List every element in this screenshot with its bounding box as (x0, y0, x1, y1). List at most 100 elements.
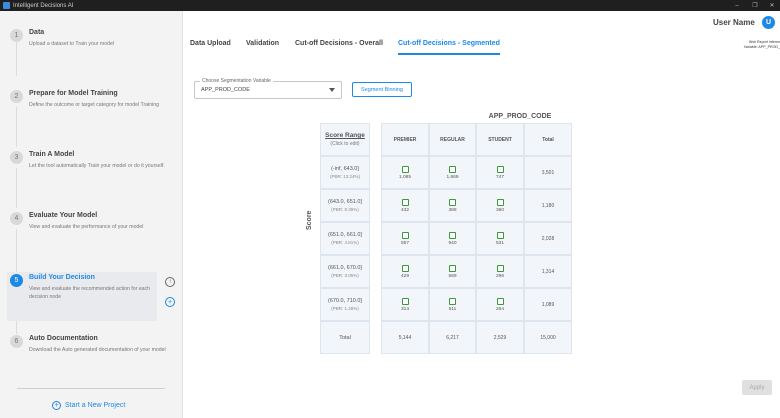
row-total: 1,314 (541, 268, 555, 275)
cell-count: 557 (400, 240, 409, 246)
column-total: 5,144 (398, 334, 412, 341)
checkbox[interactable] (401, 264, 409, 272)
cell-count: 1,085 (398, 174, 411, 180)
cell-count: 940 (448, 240, 457, 246)
window-titlebar: Intelligent Decisions AI – ❐ ✕ (0, 0, 780, 11)
pbr-label: (PBR: 8.36%) (331, 207, 359, 212)
step-description: Upload a dataset to Train your model (29, 41, 115, 47)
user-name: User Name (713, 18, 755, 27)
step-number: 4 (10, 212, 23, 225)
segmentation-variable-select[interactable]: Choose Segmentation Variable APP_PROD_CO… (194, 78, 342, 99)
segment-binning-button[interactable]: Segment Binning (352, 82, 412, 97)
range-label: (670.0, 710.0] (328, 298, 362, 304)
checkbox[interactable] (496, 198, 504, 206)
avatar[interactable]: U (762, 16, 775, 29)
checkbox[interactable] (449, 264, 456, 272)
cell-count: 432 (400, 207, 409, 213)
score-range-header[interactable]: Score Range (Click to edit) (320, 123, 370, 156)
step-description: Download the Auto generated documentatio… (29, 347, 166, 353)
decision-cell[interactable]: 296 (476, 255, 524, 288)
grand-total: 15,000 (540, 334, 556, 341)
maximize-icon[interactable]: ❐ (748, 0, 762, 11)
tab-cutoff-overall[interactable]: Cut-off Decisions - Overall (295, 40, 383, 53)
decision-cell[interactable]: 557 (381, 222, 429, 255)
decision-cell[interactable]: 314 (381, 288, 429, 321)
checkbox[interactable] (449, 165, 456, 173)
apply-button[interactable]: Apply (742, 380, 772, 395)
decision-cell[interactable]: 429 (381, 255, 429, 288)
score-range-cell[interactable]: (651.0, 661.0] (PBR: 4.81%) (320, 222, 370, 255)
step-number: 1 (10, 29, 23, 42)
cell-count: 531 (495, 240, 504, 246)
score-range-cell[interactable]: (-inf, 643.0] (PBR: 13.24%) (320, 156, 370, 189)
sidebar-divider (17, 388, 165, 389)
checkbox[interactable] (496, 297, 504, 305)
column-header-label: PREMIER (393, 136, 417, 143)
segmentation-select-label: Choose Segmentation Variable (200, 78, 273, 84)
checkbox[interactable] (401, 297, 409, 305)
pbr-label: (PBR: 13.24%) (329, 174, 360, 179)
minimize-icon[interactable]: – (730, 0, 744, 11)
decision-cell[interactable]: 1,669 (429, 156, 476, 189)
add-icon[interactable]: + (165, 297, 175, 307)
range-label: (643.0, 651.0] (328, 199, 362, 205)
checkbox[interactable] (401, 165, 409, 173)
decision-cell[interactable]: 940 (429, 222, 476, 255)
row-total: 1,089 (541, 301, 555, 308)
arrow-up-icon[interactable]: ↑ (165, 277, 175, 287)
checkbox[interactable] (496, 231, 504, 239)
score-range-cell[interactable]: (670.0, 710.0] (PBR: 1.28%) (320, 288, 370, 321)
column-header: PREMIER (381, 123, 429, 156)
decision-cell[interactable]: 432 (381, 189, 429, 222)
column-total-cell: 5,144 (381, 321, 429, 354)
range-label: (651.0, 661.0] (328, 232, 362, 238)
row-total: 3,501 (541, 169, 555, 176)
total-label: Total (339, 334, 351, 341)
tab-validation[interactable]: Validation (246, 40, 279, 53)
step-title: Train A Model (29, 151, 75, 158)
score-range-cell[interactable]: (643.0, 651.0] (PBR: 8.36%) (320, 189, 370, 222)
report-info-line: Variable: APP_PROD_ (743, 45, 780, 49)
caret-down-icon (329, 88, 335, 92)
step-description: Define the outcome or target category fo… (29, 102, 160, 108)
range-label: (661.0, 670.0] (328, 265, 362, 271)
decision-cell[interactable]: 511 (429, 288, 476, 321)
column-header-label: Total (542, 136, 554, 143)
decision-cell[interactable]: 264 (476, 288, 524, 321)
tab-data-upload[interactable]: Data Upload (190, 40, 231, 53)
checkbox[interactable] (496, 165, 504, 173)
tab-cutoff-segmented[interactable]: Cut-off Decisions - Segmented (398, 40, 500, 55)
sidebar: 1 Data Upload a dataset to Train your mo… (0, 11, 183, 418)
checkbox[interactable] (496, 264, 504, 272)
decision-cell[interactable]: 388 (429, 189, 476, 222)
column-total: 6,217 (446, 334, 459, 341)
checkbox[interactable] (401, 198, 409, 206)
decision-cell[interactable]: 747 (476, 156, 524, 189)
checkbox[interactable] (401, 231, 409, 239)
decision-cell[interactable]: 1,085 (381, 156, 429, 189)
decision-cell[interactable]: 589 (429, 255, 476, 288)
checkbox[interactable] (449, 297, 456, 305)
new-project-label: Start a New Project (65, 402, 126, 409)
decision-cell[interactable]: 360 (476, 189, 524, 222)
close-icon[interactable]: ✕ (765, 0, 779, 11)
row-total-cell: 1,314 (524, 255, 572, 288)
column-header: Total (524, 123, 572, 156)
decision-cell[interactable]: 531 (476, 222, 524, 255)
pbr-label: (PBR: 3.05%) (331, 273, 359, 278)
step-number: 3 (10, 151, 23, 164)
column-header-label: STUDENT (488, 136, 512, 143)
plus-circle-icon: + (52, 401, 61, 410)
group-header: APP_PROD_CODE (488, 113, 552, 120)
score-range-cell[interactable]: (661.0, 670.0] (PBR: 3.05%) (320, 255, 370, 288)
checkbox[interactable] (449, 198, 456, 206)
score-range-column: Score Range (Click to edit) (-inf, 643.0… (320, 123, 370, 354)
pbr-label: (PBR: 4.81%) (331, 240, 359, 245)
new-project-button[interactable]: + Start a New Project (52, 401, 125, 410)
step-connector (16, 107, 17, 147)
column-header-label: REGULAR (440, 136, 465, 143)
checkbox[interactable] (449, 231, 456, 239)
row-total-cell: 3,501 (524, 156, 572, 189)
pbr-label: (PBR: 1.28%) (331, 306, 359, 311)
row-total-cell: 2,028 (524, 222, 572, 255)
